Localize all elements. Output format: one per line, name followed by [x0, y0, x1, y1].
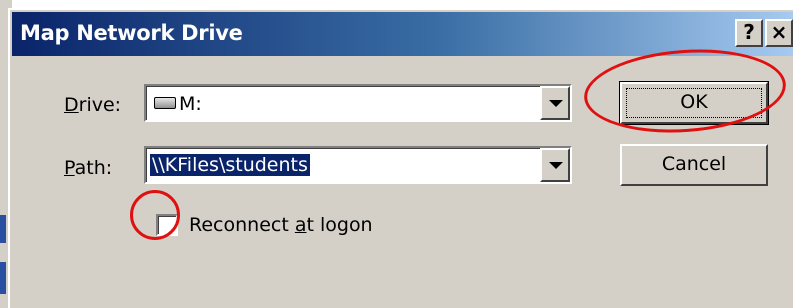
chevron-down-icon — [549, 162, 563, 169]
drive-select-value: M: — [154, 93, 202, 115]
close-button[interactable]: × — [765, 19, 793, 47]
close-icon: × — [770, 20, 788, 44]
help-button[interactable]: ? — [735, 19, 763, 47]
background-blue-mark — [0, 215, 6, 243]
chevron-down-icon — [549, 100, 563, 107]
ok-button[interactable]: OK — [619, 81, 769, 125]
path-input[interactable]: \\KFiles\students — [144, 146, 572, 184]
path-label: Path: — [64, 157, 113, 179]
drive-dropdown-button[interactable] — [540, 86, 570, 120]
title-bar[interactable]: Map Network Drive ? × — [12, 12, 793, 56]
dialog-title: Map Network Drive — [20, 21, 243, 45]
question-mark-icon: ? — [743, 20, 755, 44]
drive-letter: M: — [179, 93, 202, 115]
path-dropdown-button[interactable] — [540, 148, 570, 182]
path-input-value[interactable]: \\KFiles\students — [150, 154, 310, 176]
network-drive-icon — [154, 96, 176, 109]
cancel-button[interactable]: Cancel — [620, 144, 768, 186]
drive-label: Drive: — [64, 94, 122, 116]
reconnect-checkbox[interactable] — [156, 214, 178, 236]
drive-select[interactable]: M: — [144, 84, 572, 122]
background-blue-mark — [0, 262, 6, 294]
map-network-drive-dialog: Map Network Drive ? × Drive: M: Path: \\… — [8, 8, 793, 308]
reconnect-label[interactable]: Reconnect at logon — [189, 214, 373, 236]
